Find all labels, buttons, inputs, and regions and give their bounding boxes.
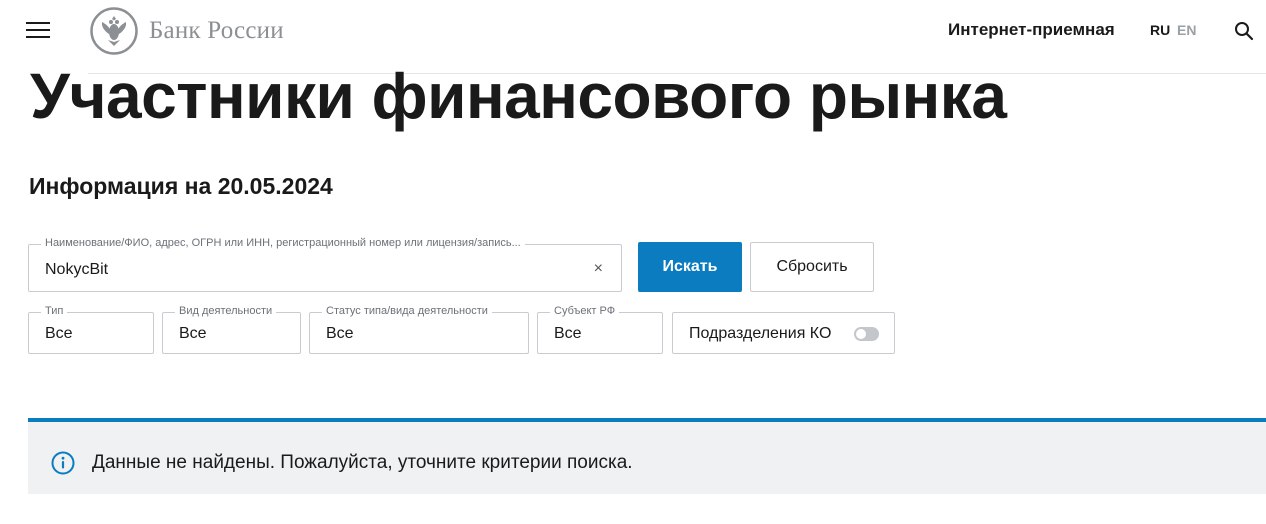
filter-type-value: Все bbox=[45, 325, 73, 342]
notice-text: Данные не найдены. Пожалуйста, уточните … bbox=[92, 452, 633, 473]
branches-toggle-label: Подразделения КО bbox=[689, 325, 832, 342]
reset-button[interactable]: Сбросить bbox=[750, 242, 874, 292]
search-button[interactable]: Искать bbox=[638, 242, 742, 292]
info-icon bbox=[51, 451, 75, 475]
page-title: Участники финансового рынка bbox=[30, 60, 1007, 132]
filter-activity-label: Вид деятельности bbox=[175, 305, 277, 317]
search-field-label: Наименование/ФИО, адрес, ОГРН или ИНН, р… bbox=[41, 237, 525, 249]
lang-ru[interactable]: RU bbox=[1150, 22, 1170, 38]
menu-icon[interactable] bbox=[26, 22, 52, 40]
branches-toggle-box[interactable]: Подразделения КО bbox=[672, 312, 895, 354]
filter-subject-value: Все bbox=[554, 325, 582, 342]
filter-status-value: Все bbox=[326, 325, 354, 342]
bank-emblem-icon bbox=[90, 7, 138, 55]
no-results-notice: Данные не найдены. Пожалуйста, уточните … bbox=[28, 418, 1266, 494]
lang-en[interactable]: EN bbox=[1177, 22, 1196, 38]
search-field[interactable]: Наименование/ФИО, адрес, ОГРН или ИНН, р… bbox=[28, 237, 622, 292]
filter-status-select[interactable]: Статус типа/вида деятельности Все bbox=[309, 305, 529, 354]
filter-type-label: Тип bbox=[41, 305, 68, 317]
info-date-heading: Информация на 20.05.2024 bbox=[29, 173, 333, 199]
toggle-knob bbox=[856, 329, 866, 339]
clear-icon[interactable]: × bbox=[594, 260, 603, 278]
bank-logo[interactable]: Банк России bbox=[90, 6, 284, 56]
branches-toggle-switch[interactable] bbox=[854, 327, 879, 341]
reception-link[interactable]: Интернет-приемная bbox=[948, 20, 1115, 40]
search-input[interactable]: NokycBit bbox=[45, 261, 108, 279]
logo-text: Банк России bbox=[149, 17, 284, 44]
filter-status-label: Статус типа/вида деятельности bbox=[322, 305, 492, 317]
filter-type-select[interactable]: Тип Все bbox=[28, 305, 154, 354]
filter-subject-select[interactable]: Субъект РФ Все bbox=[537, 305, 663, 354]
filter-activity-select[interactable]: Вид деятельности Все bbox=[162, 305, 301, 354]
filter-activity-value: Все bbox=[179, 325, 207, 342]
filter-subject-label: Субъект РФ bbox=[550, 305, 620, 317]
search-icon[interactable] bbox=[1234, 21, 1254, 41]
